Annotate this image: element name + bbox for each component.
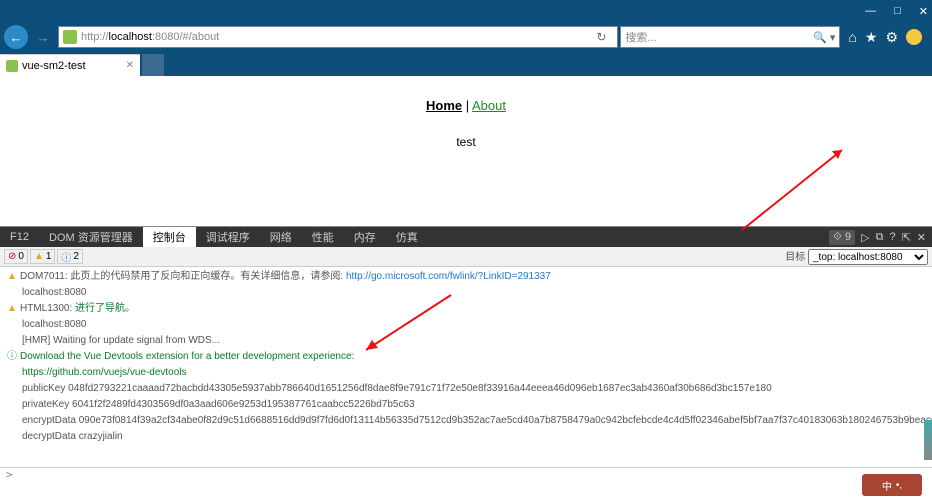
- console-line: privateKey 6041f2f2489fd4303569df0a3aad6…: [6, 397, 926, 413]
- devtools-tab-network[interactable]: 网络: [260, 227, 302, 247]
- tab-close-button[interactable]: ✕: [126, 60, 134, 71]
- console-line: encryptData 090e73f0814f39a2cf34abe0f82d…: [6, 413, 926, 429]
- ime-sub: •,: [896, 480, 902, 491]
- ime-label: 中: [882, 478, 892, 493]
- console-input[interactable]: >: [0, 467, 932, 485]
- info-filter[interactable]: ⓘ2: [57, 249, 83, 264]
- emulation-badge[interactable]: ⟐ 9: [829, 230, 855, 245]
- window-titlebar: — □ ✕: [0, 0, 932, 22]
- nav-link-home[interactable]: Home: [426, 98, 462, 113]
- url-host: localhost: [109, 31, 152, 43]
- url-scheme: http://: [81, 31, 109, 43]
- browser-tabs: vue-sm2-test ✕: [0, 52, 932, 76]
- settings-icon[interactable]: ⚙: [885, 29, 898, 46]
- errors-filter[interactable]: ⊘0: [4, 249, 28, 264]
- console-line: https://github.com/vuejs/vue-devtools: [6, 365, 926, 381]
- devtools-f12-label: F12: [0, 227, 39, 247]
- page-content: Home | About test: [0, 76, 932, 226]
- maximize-button[interactable]: □: [894, 5, 901, 17]
- console-filter-bar: ⊘0 ▲1 ⓘ2 目标 _top: localhost:8080: [0, 247, 932, 267]
- favorites-icon[interactable]: ★: [865, 29, 878, 46]
- console-line: decryptData crazyjialin: [6, 429, 926, 445]
- help-icon[interactable]: ?: [889, 231, 895, 243]
- devtools-tab-console[interactable]: 控制台: [143, 227, 196, 247]
- ime-indicator[interactable]: 中 •,: [862, 474, 922, 496]
- console-line: ▲HTML1300: 进行了导航。: [6, 301, 926, 317]
- target-selector: 目标 _top: localhost:8080: [785, 248, 928, 266]
- search-icon[interactable]: 🔍 ▾: [813, 31, 835, 44]
- new-tab-button[interactable]: [142, 54, 164, 76]
- devtools-tabbar: F12 DOM 资源管理器 控制台 调试程序 网络 性能 内存 仿真 ⟐ 9 ▷…: [0, 227, 932, 247]
- back-button[interactable]: ←: [4, 25, 28, 49]
- devtools-tab-debugger[interactable]: 调试程序: [196, 227, 260, 247]
- run-icon[interactable]: ▷: [861, 231, 869, 244]
- home-icon[interactable]: ⌂: [848, 29, 856, 46]
- address-bar[interactable]: http://localhost:8080/#/about ↻: [58, 26, 618, 48]
- search-placeholder: 搜索...: [625, 29, 656, 45]
- tab-title: vue-sm2-test: [22, 60, 86, 72]
- forward-button[interactable]: →: [30, 25, 56, 49]
- devtools-tab-emulation[interactable]: 仿真: [386, 227, 428, 247]
- tab-favicon: [6, 60, 18, 72]
- devtools-tab-dom[interactable]: DOM 资源管理器: [39, 227, 143, 247]
- close-window-button[interactable]: ✕: [919, 5, 928, 18]
- undock-icon[interactable]: ⇱: [902, 231, 911, 244]
- console-output: ▲DOM7011: 此页上的代码禁用了反向和正向缓存。有关详细信息，请参阅: h…: [0, 267, 932, 467]
- search-box[interactable]: 搜索... 🔍 ▾: [620, 26, 840, 48]
- url-port: :8080: [152, 31, 180, 43]
- console-line: [HMR] Waiting for update signal from WDS…: [6, 333, 926, 349]
- console-line: ⓘDownload the Vue Devtools extension for…: [6, 349, 926, 365]
- scroll-indicator: [924, 420, 932, 460]
- nav-link-about[interactable]: About: [472, 98, 506, 113]
- devtools-tab-memory[interactable]: 内存: [344, 227, 386, 247]
- unpin-icon[interactable]: ⧉: [876, 231, 884, 244]
- browser-toolbar-icons: ⌂ ★ ⚙: [842, 29, 928, 46]
- minimize-button[interactable]: —: [865, 5, 876, 17]
- refresh-button[interactable]: ↻: [589, 26, 613, 48]
- page-body-text: test: [0, 135, 932, 149]
- console-line: publicKey 048fd2793221caaaad72bacbdd4330…: [6, 381, 926, 397]
- console-line: localhost:8080: [6, 285, 926, 301]
- devtools-tab-performance[interactable]: 性能: [302, 227, 344, 247]
- user-avatar-icon[interactable]: [906, 29, 922, 45]
- url-path: /#/about: [179, 31, 219, 43]
- console-line: ▲DOM7011: 此页上的代码禁用了反向和正向缓存。有关详细信息，请参阅: h…: [6, 269, 926, 285]
- browser-tab[interactable]: vue-sm2-test ✕: [0, 54, 140, 76]
- devtools-close-icon[interactable]: ✕: [917, 231, 926, 244]
- nav-separator: |: [462, 98, 472, 113]
- devtools-panel: F12 DOM 资源管理器 控制台 调试程序 网络 性能 内存 仿真 ⟐ 9 ▷…: [0, 226, 932, 485]
- browser-navbar: ← → http://localhost:8080/#/about ↻ 搜索..…: [0, 22, 932, 52]
- site-icon: [63, 30, 77, 44]
- console-line: localhost:8080: [6, 317, 926, 333]
- warnings-filter[interactable]: ▲1: [30, 249, 55, 264]
- target-dropdown[interactable]: _top: localhost:8080: [808, 249, 928, 265]
